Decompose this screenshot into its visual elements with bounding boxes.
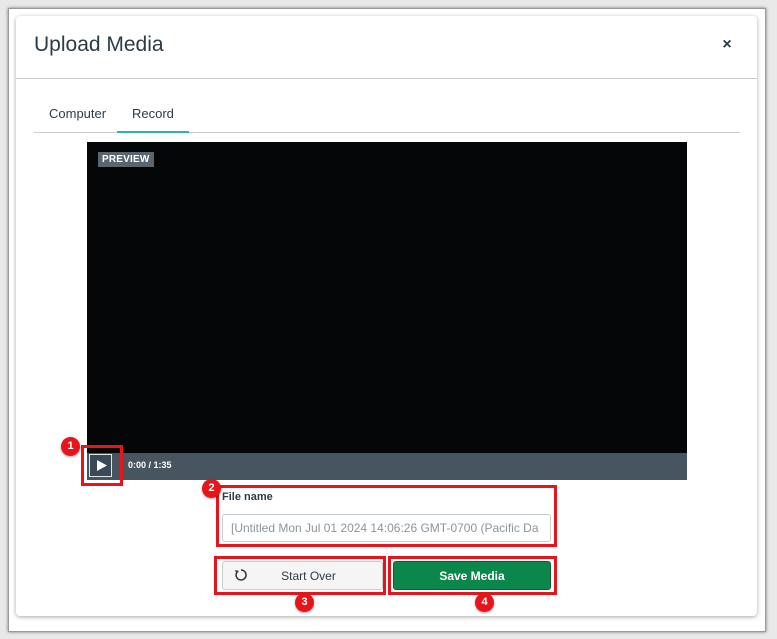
- start-over-button[interactable]: Start Over: [222, 561, 383, 590]
- file-name-input[interactable]: [222, 514, 551, 542]
- video-preview: PREVIEW 0:00 / 1:35: [87, 142, 687, 480]
- badge-1: 1: [61, 437, 80, 456]
- video-controls: 0:00 / 1:35: [87, 453, 687, 480]
- badge-4: 4: [475, 593, 494, 612]
- dialog-header: Upload Media ×: [16, 16, 757, 79]
- save-media-label: Save Media: [439, 569, 505, 583]
- play-icon: [97, 460, 107, 471]
- playback-time: 0:00 / 1:35: [128, 460, 172, 470]
- dialog-title: Upload Media: [34, 33, 164, 56]
- play-button[interactable]: [89, 454, 112, 477]
- upload-media-dialog: Upload Media × Computer Record PREVIEW 0…: [16, 16, 757, 616]
- file-name-label: File name: [222, 491, 273, 503]
- save-media-button[interactable]: Save Media: [393, 561, 551, 590]
- tab-record[interactable]: Record: [117, 100, 189, 133]
- preview-label: PREVIEW: [98, 152, 154, 167]
- badge-3: 3: [295, 593, 314, 612]
- start-over-label: Start Over: [281, 569, 336, 583]
- media-tabs: Computer Record: [34, 100, 740, 133]
- tab-computer[interactable]: Computer: [34, 100, 121, 131]
- close-button[interactable]: ×: [715, 34, 739, 58]
- badge-2: 2: [202, 479, 221, 498]
